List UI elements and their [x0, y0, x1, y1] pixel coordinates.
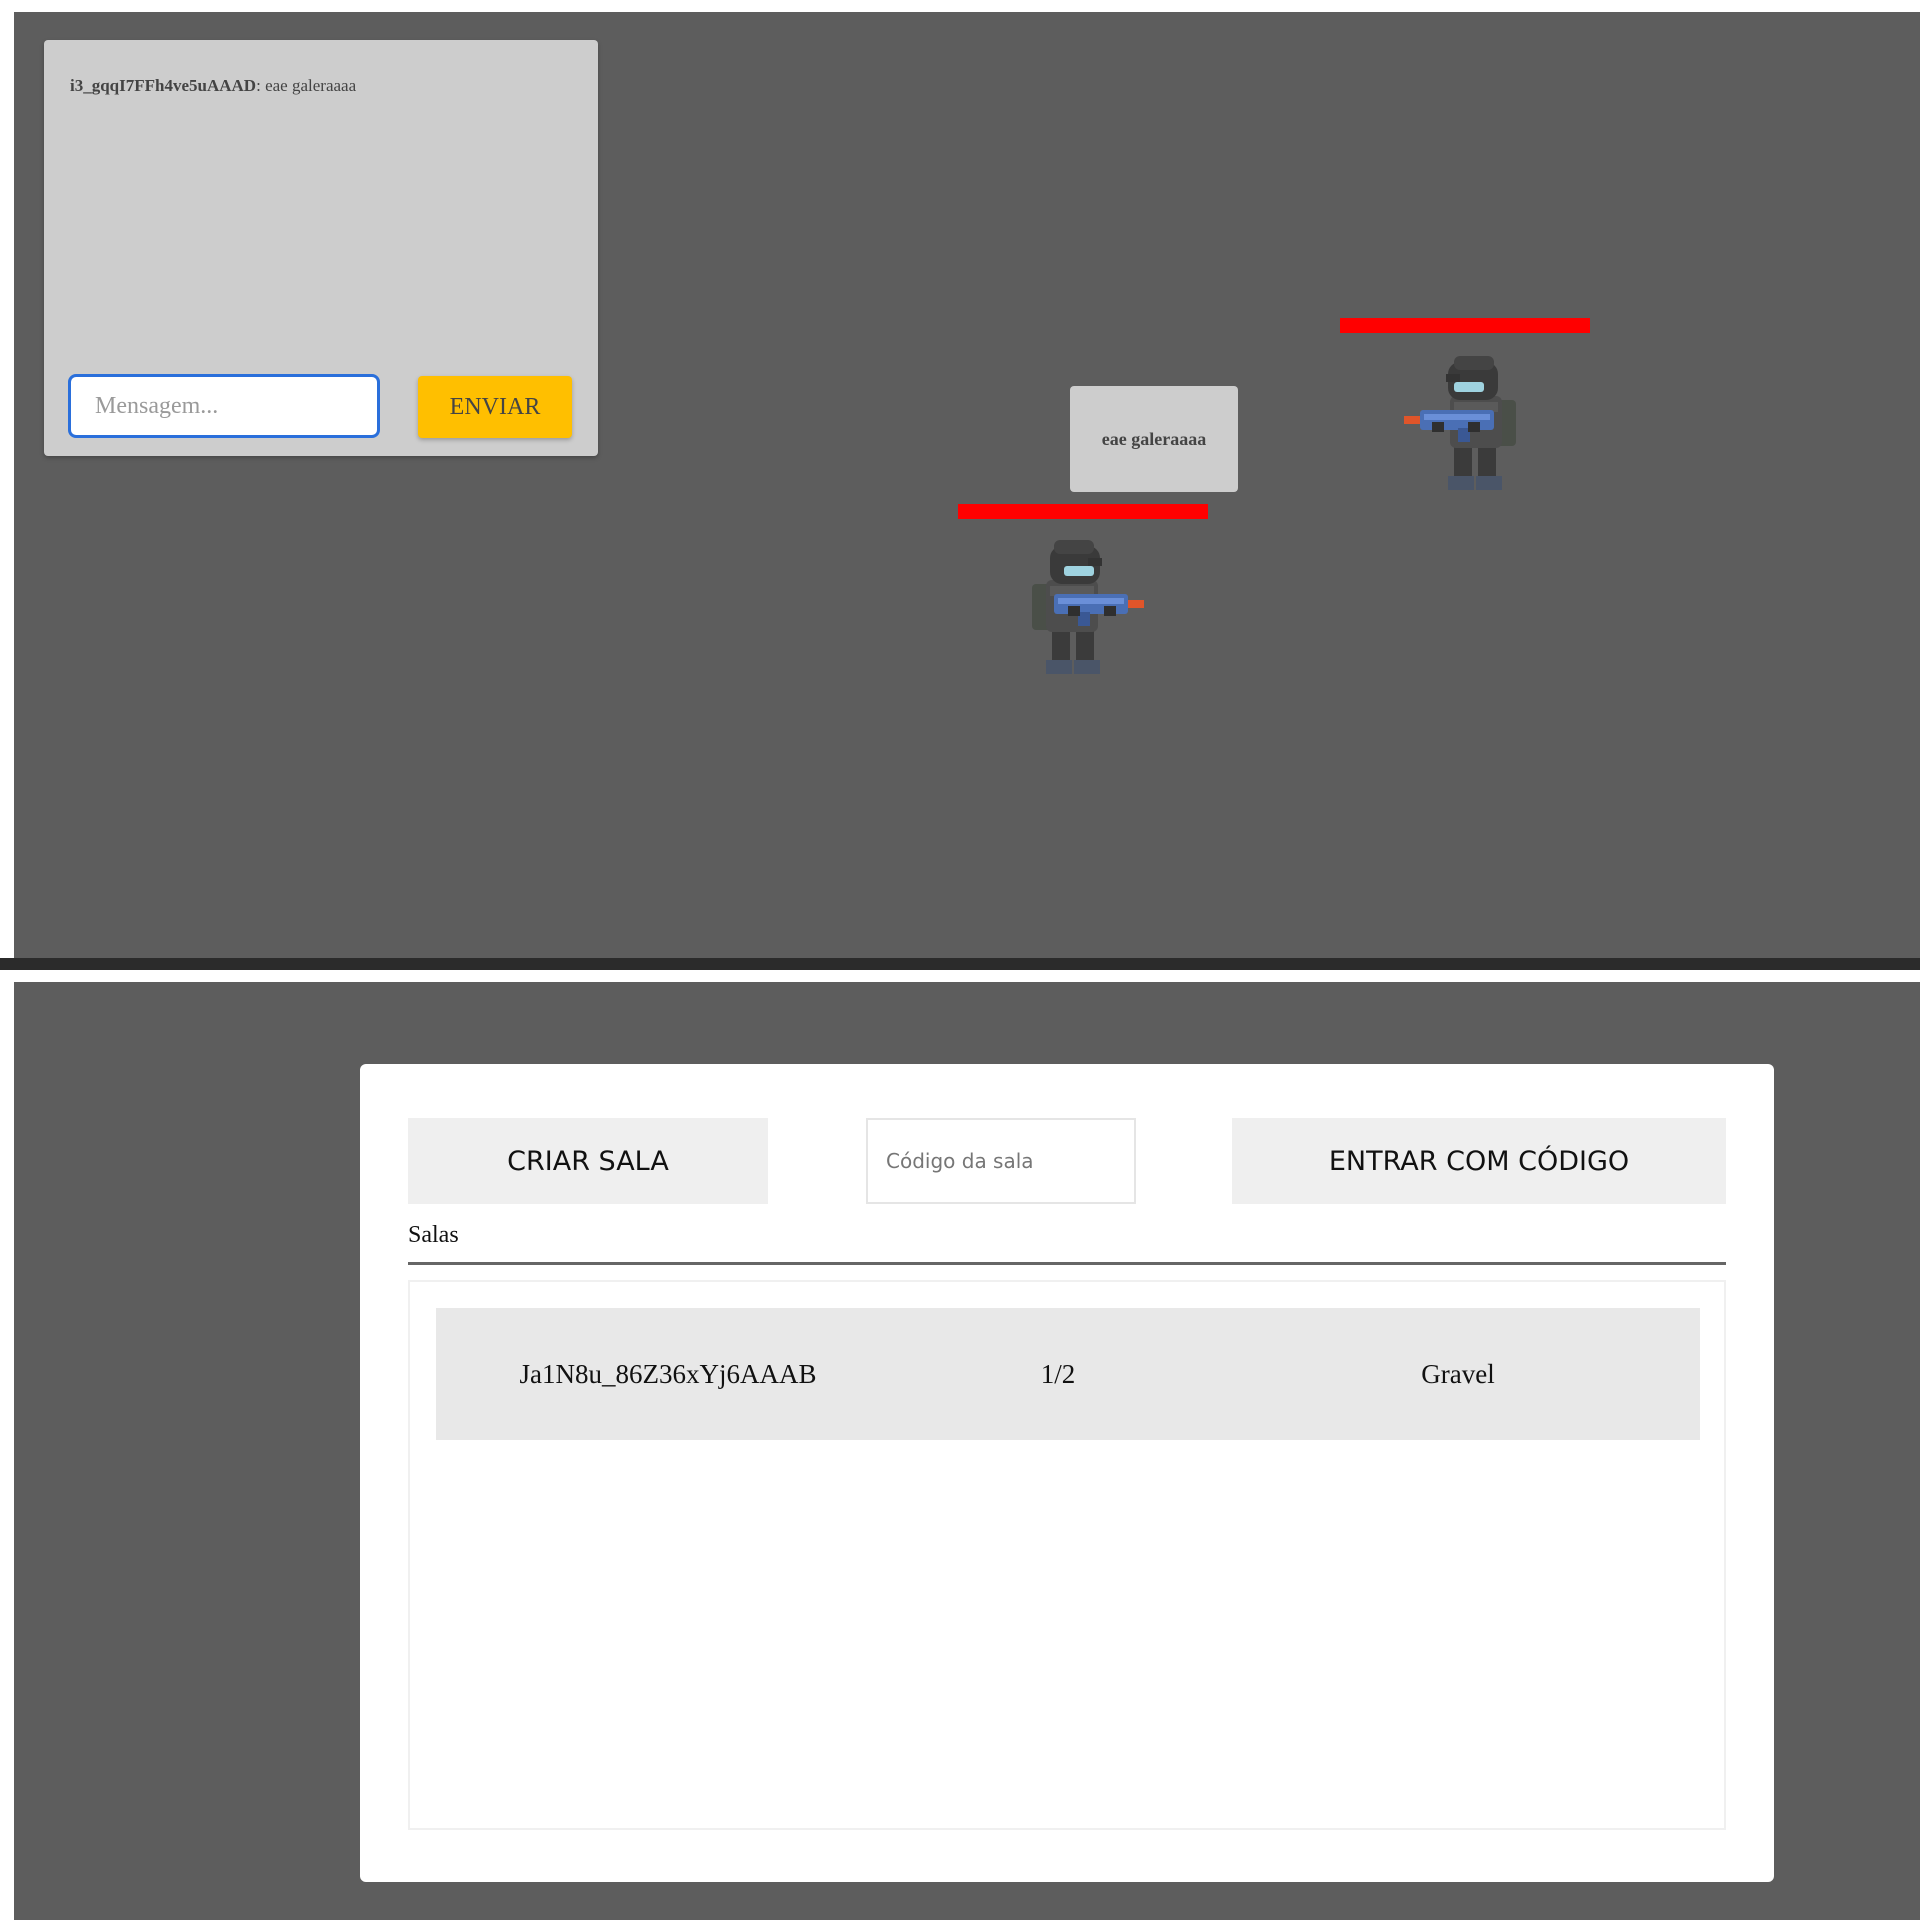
enemy-health-bar — [1340, 318, 1590, 333]
room-map-name: Gravel — [1421, 1359, 1495, 1389]
chat-sender: i3_gqqI7FFh4ve5uAAAD — [70, 76, 257, 95]
player-health-bar — [958, 504, 1208, 519]
rooms-heading: Salas — [408, 1222, 459, 1248]
room-player-count: 1/2 — [1040, 1359, 1076, 1389]
speech-bubble: eae galeraaaa — [1070, 386, 1238, 492]
create-room-button[interactable]: CRIAR SALA — [408, 1118, 768, 1204]
chat-text: eae galeraaaa — [265, 76, 357, 95]
lobby-card: CRIAR SALA ENTRAR COM CÓDIGO Salas Ja1N8… — [360, 1064, 1774, 1882]
soldier-with-rifle-icon — [1024, 536, 1154, 686]
screen-divider-gap — [0, 970, 1920, 982]
chat-box: i3_gqqI7FFh4ve5uAAAD: eae galeraaaa ENVI… — [44, 40, 598, 456]
rooms-divider — [408, 1262, 1726, 1265]
room-id: Ja1N8u_86Z36xYj6AAAB — [519, 1359, 817, 1389]
room-row[interactable]: Ja1N8u_86Z36xYj6AAAB 1/2 Gravel — [436, 1308, 1700, 1440]
chat-log: i3_gqqI7FFh4ve5uAAAD: eae galeraaaa — [70, 76, 578, 96]
screen-divider — [0, 958, 1920, 970]
join-with-code-button[interactable]: ENTRAR COM CÓDIGO — [1232, 1118, 1726, 1204]
room-code-input[interactable] — [866, 1118, 1136, 1204]
send-button[interactable]: ENVIAR — [418, 376, 572, 438]
chat-separator: : — [256, 76, 266, 95]
message-input[interactable] — [68, 374, 380, 438]
rooms-list: Ja1N8u_86Z36xYj6AAAB 1/2 Gravel — [408, 1280, 1726, 1830]
game-canvas[interactable]: i3_gqqI7FFh4ve5uAAAD: eae galeraaaa ENVI… — [14, 12, 1920, 958]
soldier-with-rifle-icon — [1394, 352, 1524, 502]
chat-message: i3_gqqI7FFh4ve5uAAAD: eae galeraaaa — [70, 76, 578, 96]
speech-bubble-text: eae galeraaaa — [1101, 428, 1207, 449]
